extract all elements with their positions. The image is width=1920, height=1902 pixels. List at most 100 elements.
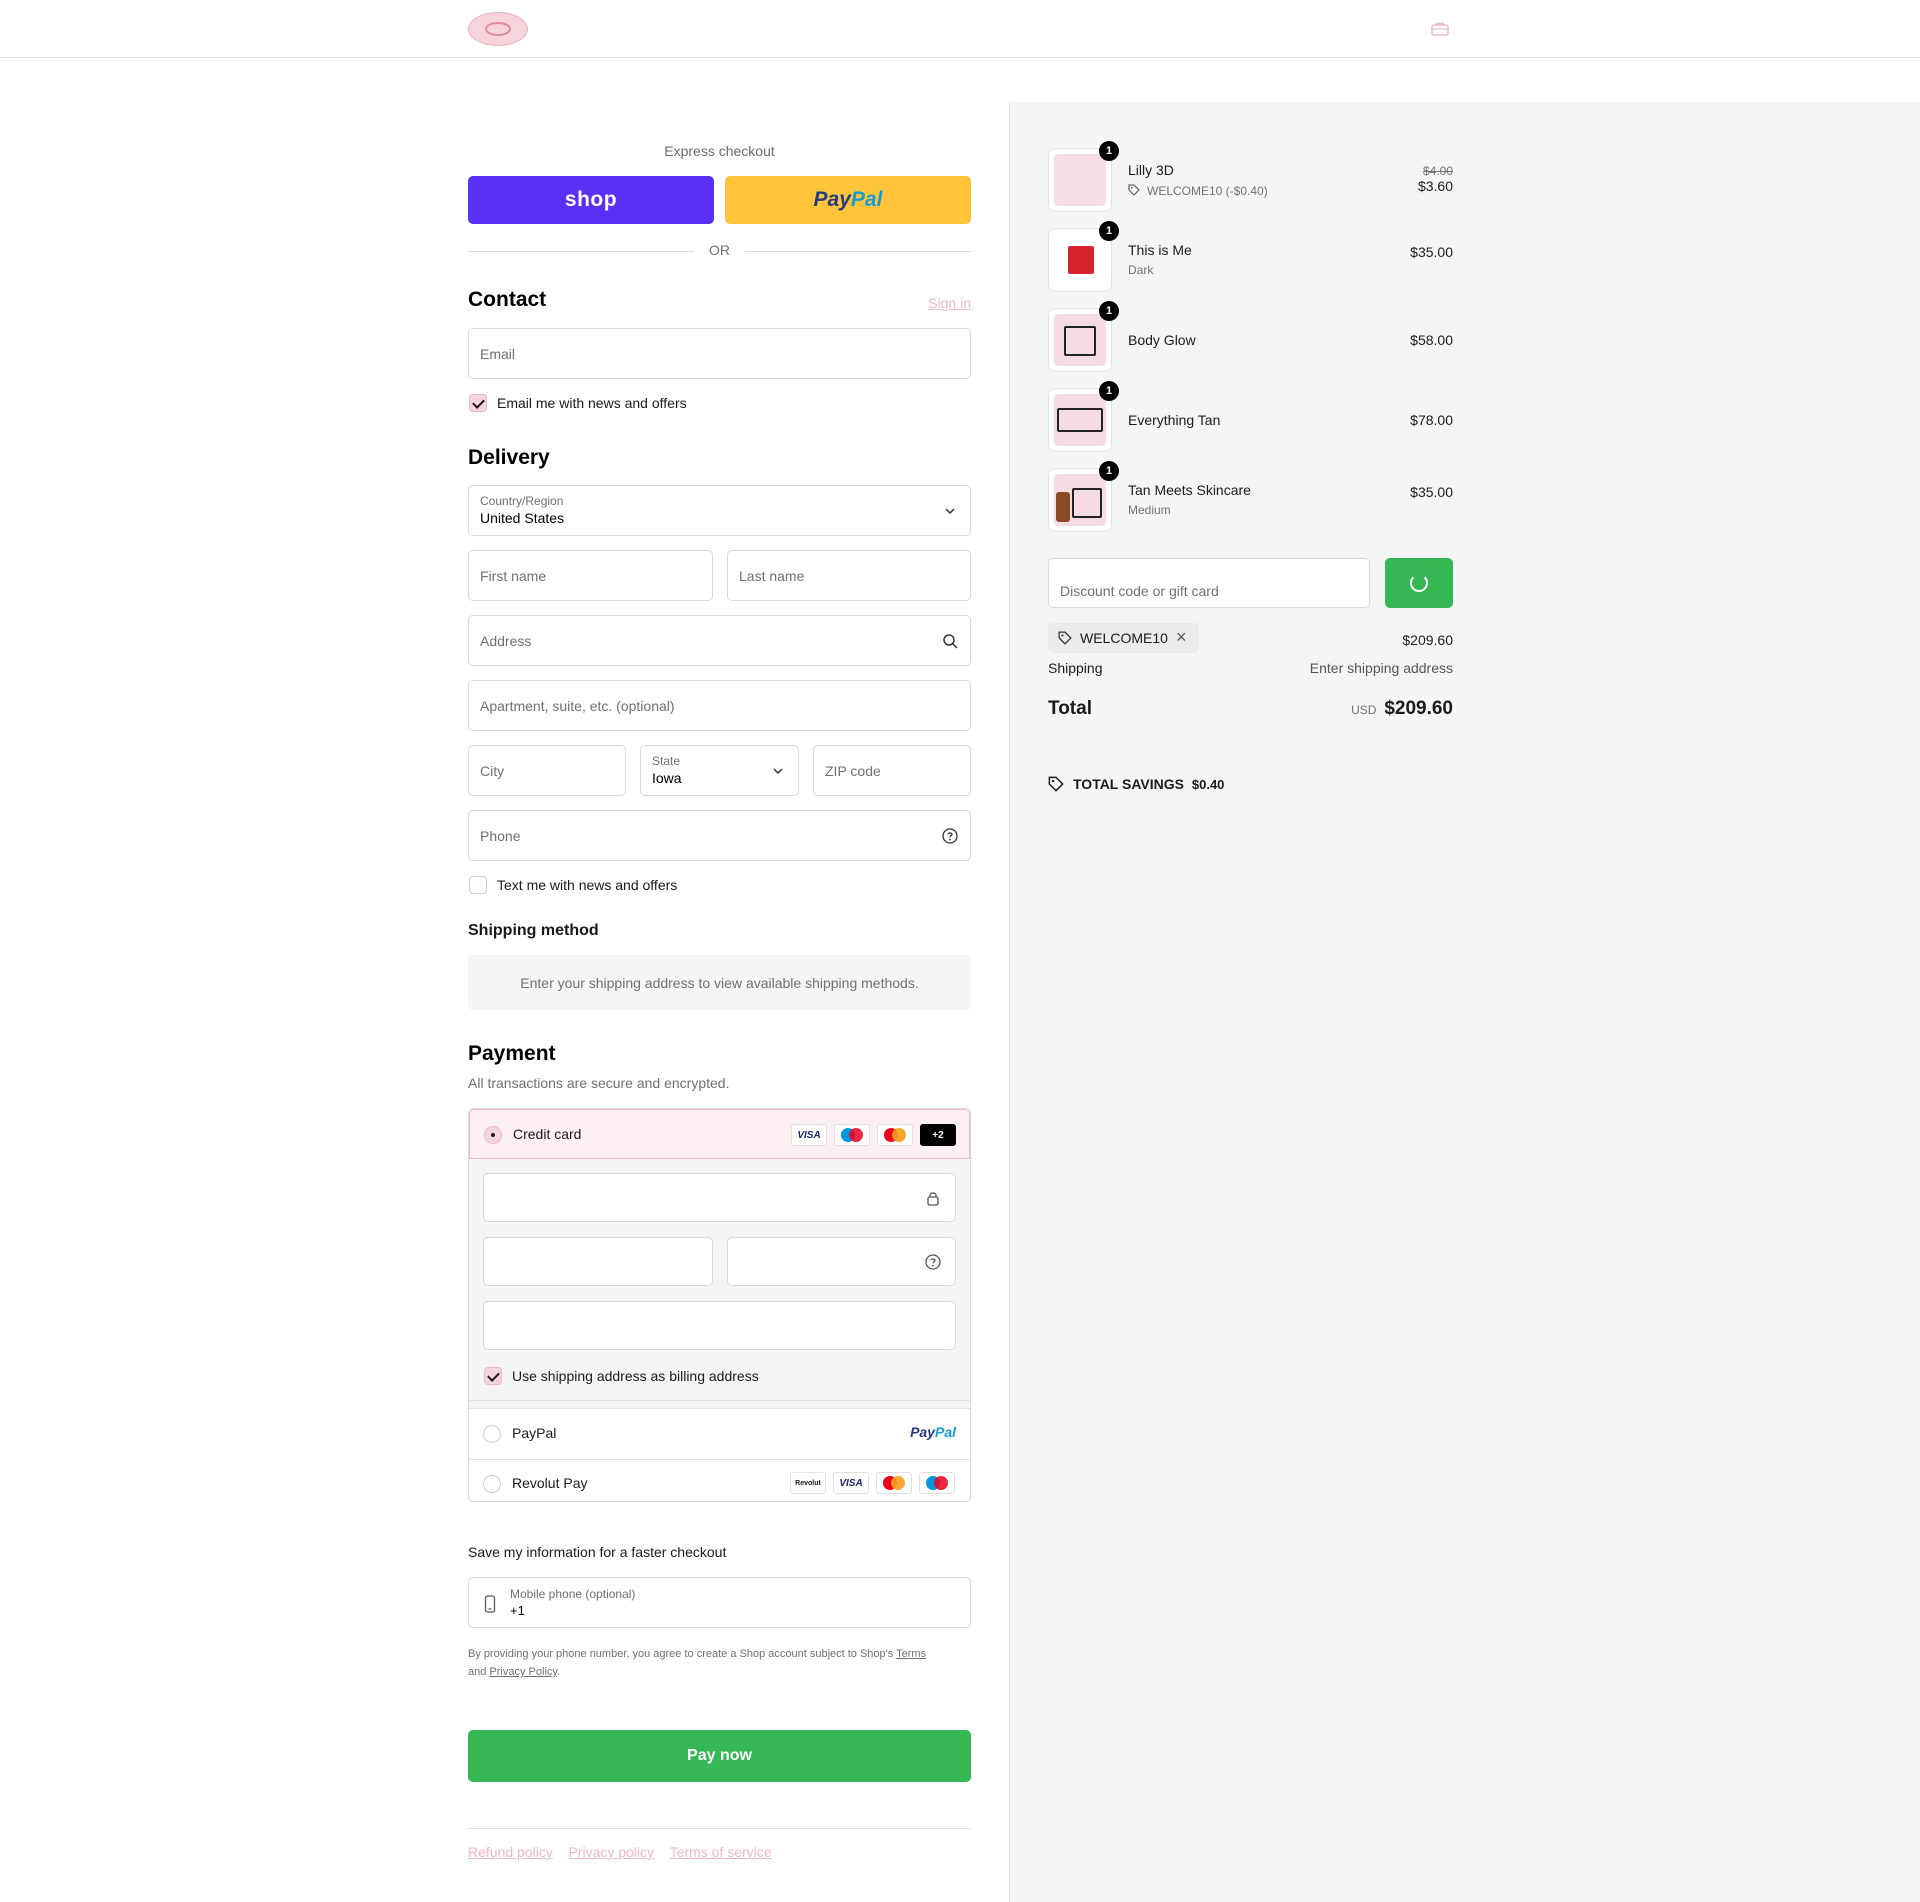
mobile-phone-label: Mobile phone (optional)	[510, 1587, 636, 1601]
payment-subtitle: All transactions are secure and encrypte…	[468, 1075, 730, 1091]
terms-link[interactable]: Terms	[896, 1648, 926, 1660]
maestro-icon	[919, 1472, 955, 1494]
zip-field[interactable]: ZIP code	[813, 745, 971, 796]
shop-pay-logo: shop	[564, 188, 618, 211]
delivery-heading: Delivery	[468, 446, 550, 469]
pay-now-label: Pay now	[687, 1747, 752, 1764]
country-label: Country/Region	[480, 494, 564, 508]
footer-links: Refund policy Privacy policy Terms of se…	[468, 1844, 784, 1860]
credit-card-option[interactable]: Credit card VISA +2	[469, 1109, 970, 1159]
security-code-field[interactable]	[727, 1237, 956, 1286]
sign-in-link[interactable]: Sign in	[928, 295, 971, 311]
address-field[interactable]: Address	[468, 615, 971, 666]
help-icon[interactable]	[925, 1254, 941, 1270]
mastercard-icon	[876, 1472, 912, 1494]
discounted-price: $3.60	[1417, 178, 1453, 194]
card-number-field[interactable]	[483, 1173, 956, 1222]
refund-policy-link[interactable]: Refund policy	[468, 1844, 553, 1860]
shop-pay-button[interactable]: shop	[468, 176, 714, 224]
paypal-express-button[interactable]: Pay Pal	[725, 176, 971, 224]
total-value: $209.60	[1384, 698, 1453, 719]
sms-checkbox[interactable]	[469, 876, 487, 894]
apartment-field[interactable]: Apartment, suite, etc. (optional)	[468, 680, 971, 731]
product-thumbnail: 1	[1048, 381, 1119, 452]
address-placeholder: Address	[480, 632, 532, 649]
legal-period: .	[557, 1666, 561, 1678]
terms-of-service-link[interactable]: Terms of service	[670, 1844, 772, 1860]
email-field[interactable]: Email	[468, 328, 971, 379]
billing-same-checkbox[interactable]	[484, 1367, 502, 1385]
name-on-card-field[interactable]	[483, 1301, 956, 1350]
cart-item: 1 Tan Meets Skincare Medium $35.00	[1048, 461, 1453, 532]
item-name: Lilly 3D	[1128, 162, 1174, 178]
product-thumbnail: 1	[1048, 141, 1119, 212]
country-select[interactable]: Country/Region United States	[468, 485, 971, 536]
item-price: $35.00	[1410, 244, 1453, 260]
payment-methods: Credit card VISA +2 Use shipping address…	[468, 1108, 971, 1502]
apply-discount-button[interactable]	[1385, 558, 1453, 608]
apartment-placeholder: Apartment, suite, etc. (optional)	[480, 697, 675, 714]
city-placeholder: City	[480, 762, 505, 779]
total-value-group: USD $209.60	[1351, 698, 1453, 720]
paypal-logo: PayPal	[910, 1424, 956, 1440]
remove-discount-icon[interactable]: ×	[1176, 627, 1187, 648]
mobile-phone-value: +1	[510, 1603, 525, 1618]
tag-icon	[1058, 631, 1072, 645]
item-name: Everything Tan	[1128, 412, 1221, 428]
expiry-field[interactable]	[483, 1237, 713, 1286]
express-checkout-label: Express checkout	[664, 143, 775, 159]
legal-and: and	[468, 1666, 487, 1678]
subtotal-value: $209.60	[1402, 632, 1453, 648]
revolut-option[interactable]: Revolut Pay Revolut VISA	[469, 1460, 970, 1501]
shipping-label: Shipping	[1048, 660, 1103, 676]
credit-card-label: Credit card	[513, 1126, 582, 1142]
store-logo[interactable]	[468, 12, 528, 46]
privacy-policy-link[interactable]: Privacy policy	[568, 1844, 654, 1860]
item-price: $58.00	[1410, 332, 1453, 348]
revolut-radio[interactable]	[483, 1475, 501, 1493]
first-name-field[interactable]: First name	[468, 550, 713, 601]
state-select[interactable]: State Iowa	[640, 745, 799, 796]
discount-placeholder: Discount code or gift card	[1060, 583, 1219, 599]
newsletter-checkbox[interactable]	[469, 394, 487, 412]
help-icon[interactable]	[942, 827, 958, 844]
shipping-method-notice: Enter your shipping address to view avai…	[468, 955, 971, 1010]
discount-code-field[interactable]: Discount code or gift card	[1048, 558, 1370, 608]
pay-now-button[interactable]: Pay now	[468, 1730, 971, 1782]
or-label: OR	[709, 242, 730, 258]
paypal-radio[interactable]	[483, 1425, 501, 1443]
contact-heading: Contact	[468, 288, 547, 311]
maestro-icon	[834, 1124, 870, 1146]
last-name-field[interactable]: Last name	[727, 550, 971, 601]
item-price: $4.00 $3.60	[1418, 164, 1453, 194]
country-value: United States	[480, 510, 565, 526]
chevron-down-icon	[945, 507, 955, 514]
city-field[interactable]: City	[468, 745, 626, 796]
product-thumbnail: 1	[1048, 221, 1119, 292]
bag-icon[interactable]	[1431, 22, 1449, 36]
billing-same-label: Use shipping address as billing address	[512, 1368, 759, 1384]
item-name: Body Glow	[1128, 332, 1196, 348]
item-name: Tan Meets Skincare	[1128, 482, 1251, 498]
save-info-heading: Save my information for a faster checkou…	[468, 1544, 727, 1560]
product-thumbnail: 1	[1048, 461, 1119, 532]
phone-field[interactable]: Phone	[468, 810, 971, 861]
item-name: This is Me	[1128, 242, 1192, 258]
shipping-value: Enter shipping address	[1309, 660, 1453, 676]
tag-icon	[1048, 776, 1064, 792]
applied-code: WELCOME10	[1080, 630, 1168, 646]
revolut-label: Revolut Pay	[512, 1475, 588, 1491]
more-cards-badge: +2	[920, 1124, 956, 1146]
shipping-notice-text: Enter your shipping address to view avai…	[520, 974, 919, 991]
paypal-option[interactable]: PayPal PayPal	[469, 1409, 970, 1459]
first-name-placeholder: First name	[480, 567, 547, 584]
total-savings-label: TOTAL SAVINGS	[1073, 776, 1184, 792]
privacy-link[interactable]: Privacy Policy	[489, 1666, 557, 1678]
paypal-logo-pay: Pay	[910, 1424, 935, 1440]
mobile-phone-field[interactable]: Mobile phone (optional) +1	[468, 1577, 971, 1628]
item-variant: Medium	[1128, 503, 1171, 517]
item-price: $35.00	[1410, 484, 1453, 500]
item-price: $78.00	[1410, 412, 1453, 428]
credit-card-radio[interactable]	[484, 1126, 502, 1144]
chevron-down-icon	[773, 767, 783, 774]
